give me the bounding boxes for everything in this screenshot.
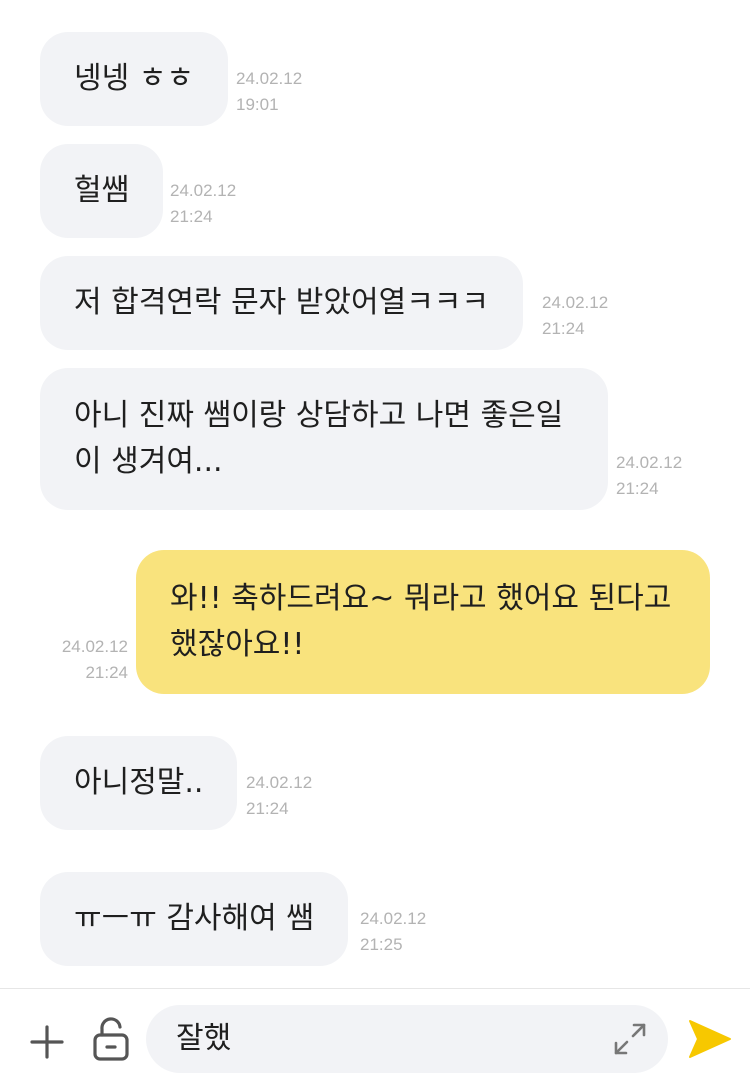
message-text-line: 했잖아요!! (170, 627, 305, 662)
timestamp-date: 24.02.12 (360, 909, 427, 928)
message-bubble[interactable]: 아니 진짜 쌤이랑 상담하고 나면 좋은일 이 생겨여... (40, 368, 608, 510)
message-timestamp: 24.02.12 21:24 (616, 450, 682, 502)
message-timestamp: 24.02.12 21:24 (170, 178, 236, 230)
message-timestamp: 24.02.12 21:25 (360, 906, 426, 958)
message-bubble[interactable]: 아니정말.. (40, 736, 238, 830)
message-input[interactable]: 잘했 (146, 1005, 668, 1073)
plus-icon[interactable] (30, 1025, 64, 1059)
timestamp-time: 21:24 (246, 799, 289, 818)
message-text: ㅠㅡㅠ 감사해여 쌤 (74, 901, 314, 936)
timestamp-time: 19:01 (236, 95, 279, 114)
timestamp-date: 24.02.12 (616, 453, 683, 472)
message-text-line: 와!! 축하드려요~ 뭐라고 했어요 된다고 (170, 581, 672, 616)
message-timestamp: 24.02.12 21:24 (40, 634, 128, 686)
unlock-icon[interactable] (92, 1017, 132, 1061)
message-timestamp: 24.02.12 21:24 (542, 290, 608, 342)
message-bubble[interactable]: 저 합격연락 문자 받았어열ㅋㅋㅋ (40, 256, 524, 350)
message-text: 헐쌤 (74, 173, 130, 208)
message-bubble[interactable]: 헐쌤 (40, 144, 164, 238)
timestamp-time: 21:24 (616, 479, 659, 498)
message-bubble[interactable]: ㅠㅡㅠ 감사해여 쌤 (40, 872, 348, 966)
message-input-value: 잘했 (176, 1021, 232, 1056)
timestamp-time: 21:25 (360, 935, 403, 954)
expand-icon[interactable] (612, 1021, 648, 1057)
timestamp-time: 21:24 (170, 207, 213, 226)
my-message-bubble[interactable]: 와!! 축하드려요~ 뭐라고 했어요 된다고 했잖아요!! (136, 550, 710, 694)
message-composer: 잘했 (0, 988, 750, 1091)
timestamp-time: 21:24 (85, 663, 128, 682)
message-bubble[interactable]: 넹넹 ㅎㅎ (40, 32, 228, 126)
message-timestamp: 24.02.12 21:24 (246, 770, 312, 822)
message-text: 넹넹 ㅎㅎ (74, 61, 194, 96)
timestamp-date: 24.02.12 (170, 181, 237, 200)
timestamp-date: 24.02.12 (61, 637, 128, 656)
send-icon[interactable] (688, 1019, 732, 1059)
timestamp-date: 24.02.12 (542, 293, 609, 312)
timestamp-date: 24.02.12 (246, 773, 313, 792)
chat-area: 넹넹 ㅎㅎ 24.02.12 19:01 헐쌤 24.02.12 21:24 저… (0, 0, 750, 988)
message-text: 아니정말.. (74, 765, 204, 800)
message-text: 저 합격연락 문자 받았어열ㅋㅋㅋ (74, 285, 490, 320)
message-timestamp: 24.02.12 19:01 (236, 66, 302, 118)
timestamp-time: 21:24 (542, 319, 585, 338)
message-text-line: 아니 진짜 쌤이랑 상담하고 나면 좋은일 (74, 398, 564, 433)
message-text-line: 이 생겨여... (74, 444, 223, 479)
timestamp-date: 24.02.12 (236, 69, 303, 88)
